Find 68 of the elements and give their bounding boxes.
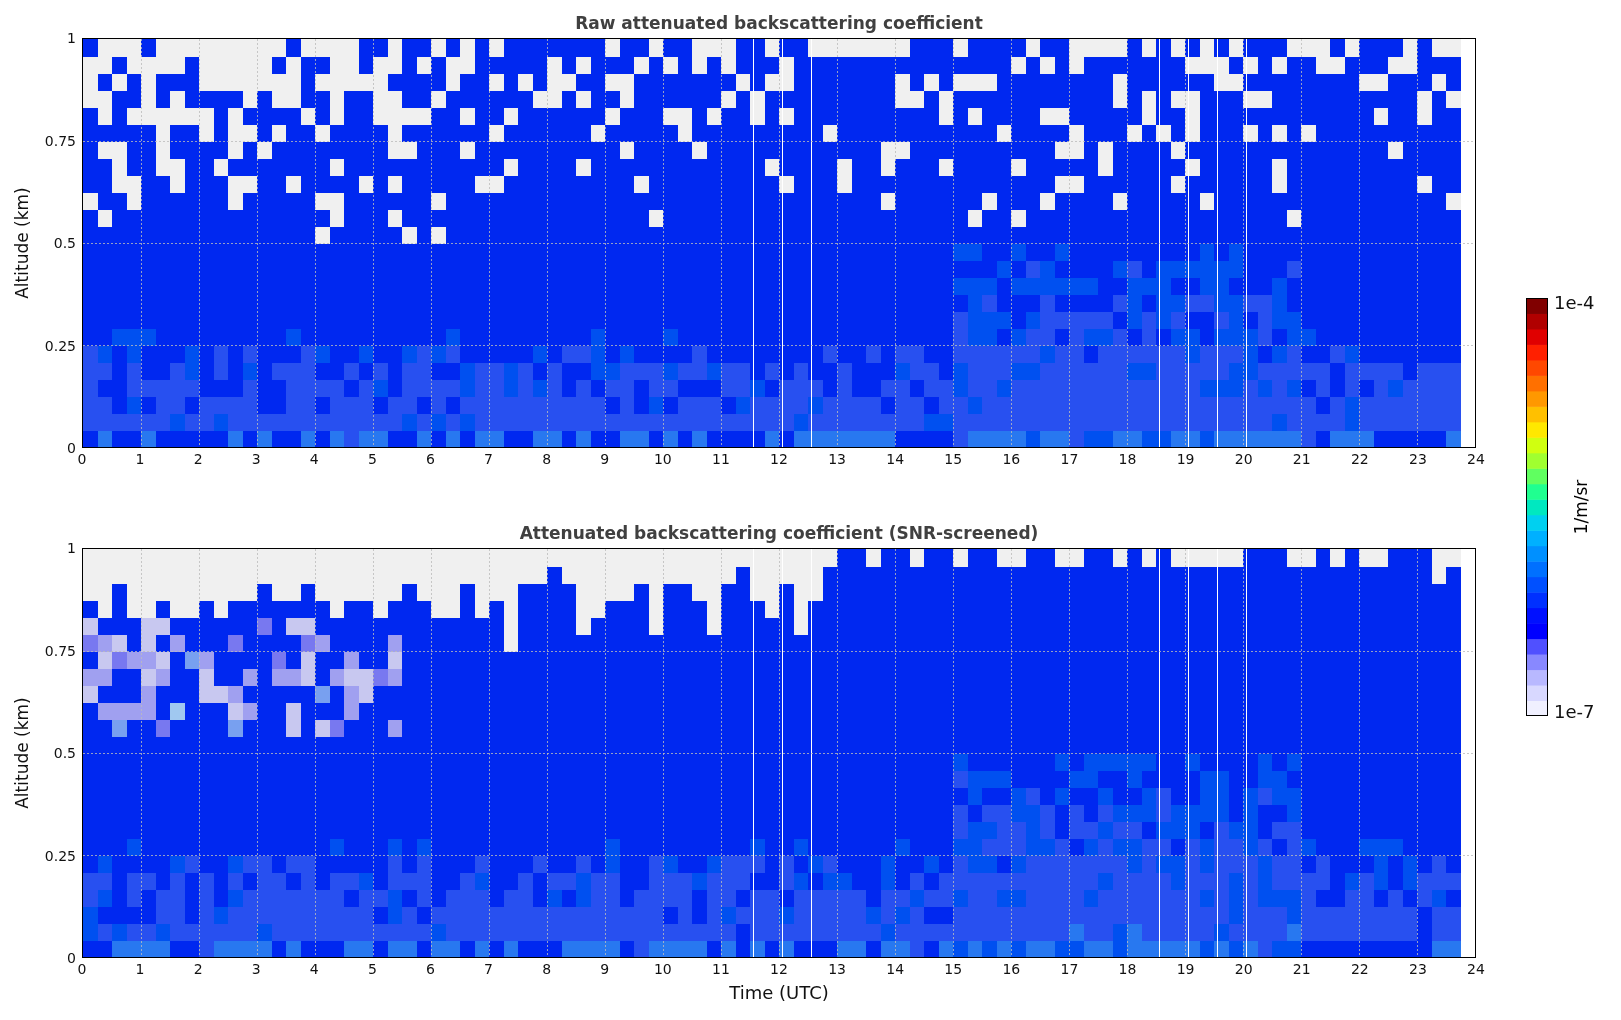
- tick-label: 9: [600, 451, 610, 467]
- tick-label: 8: [542, 451, 552, 467]
- tick-label: 0: [77, 451, 87, 467]
- tick-label: 16: [1002, 961, 1021, 977]
- tick-label: 22: [1350, 451, 1369, 467]
- tick-label: 18: [1118, 451, 1137, 467]
- tick-label: 20: [1234, 961, 1253, 977]
- tick-label: 3: [251, 961, 261, 977]
- axis-label: Altitude (km): [12, 187, 32, 299]
- tick-label: 21: [1292, 961, 1311, 977]
- tick-label: 0.25: [44, 337, 76, 354]
- tick-label: 12: [770, 961, 788, 977]
- tick-label: 0: [77, 961, 87, 977]
- tick-label: 21: [1292, 451, 1311, 467]
- tick-label: 0: [67, 950, 76, 966]
- axis-label: Time (UTC): [728, 982, 830, 1003]
- tick-label: 4: [309, 961, 319, 977]
- tick-label: 1e-7: [1554, 701, 1595, 722]
- tick-label: 0.5: [53, 235, 76, 251]
- axis-label: Altitude (km): [12, 697, 32, 809]
- tick-label: 13: [828, 961, 846, 977]
- tick-label: 1: [67, 30, 76, 46]
- tick-label: 1: [135, 451, 145, 467]
- tick-label: 9: [600, 961, 610, 977]
- tick-label: 2: [193, 451, 203, 467]
- tick-label: 1: [67, 540, 76, 556]
- tick-label: 6: [426, 961, 435, 977]
- tick-label: 0.75: [44, 642, 76, 659]
- tick-label: 0: [67, 440, 76, 456]
- tick-label: 1e-4: [1554, 292, 1595, 313]
- tick-label: 13: [828, 451, 846, 467]
- tick-label: 14: [886, 451, 905, 467]
- tick-label: 5: [367, 451, 377, 467]
- tick-label: 6: [426, 451, 435, 467]
- tick-label: 16: [1002, 451, 1021, 467]
- tick-label: 23: [1409, 961, 1427, 977]
- tick-label: 1: [135, 961, 145, 977]
- tick-label: 12: [770, 451, 788, 467]
- chart-title: Attenuated backscattering coefficient (SNR-screened): [518, 523, 1040, 543]
- tick-label: 15: [944, 961, 963, 977]
- tick-label: 23: [1409, 451, 1427, 467]
- tick-label: 15: [944, 451, 963, 467]
- tick-label: 18: [1118, 961, 1137, 977]
- tick-label: 2: [193, 961, 203, 977]
- colorbar-label: 1/m/sr: [1571, 479, 1592, 535]
- tick-label: 19: [1176, 451, 1195, 467]
- tick-label: 24: [1467, 961, 1485, 977]
- tick-label: 4: [309, 451, 319, 467]
- tick-label: 0.75: [44, 132, 76, 149]
- tick-label: 17: [1060, 451, 1079, 467]
- chart-title: Raw attenuated backscattering coefficient: [574, 13, 984, 33]
- tick-label: 8: [542, 961, 552, 977]
- tick-label: 19: [1176, 961, 1195, 977]
- tick-label: 24: [1467, 451, 1485, 467]
- tick-label: 17: [1060, 961, 1079, 977]
- tick-label: 22: [1350, 961, 1369, 977]
- tick-label: 7: [484, 451, 494, 467]
- tick-label: 11: [712, 451, 730, 467]
- tick-label: 14: [886, 961, 905, 977]
- tick-label: 11: [712, 961, 730, 977]
- tick-label: 10: [653, 961, 672, 977]
- tick-label: 0.5: [53, 745, 76, 761]
- tick-label: 0.25: [44, 847, 76, 864]
- tick-label: 20: [1234, 451, 1253, 467]
- tick-label: 5: [367, 961, 377, 977]
- tick-label: 7: [484, 961, 494, 977]
- tick-label: 10: [653, 451, 672, 467]
- tick-label: 3: [251, 451, 261, 467]
